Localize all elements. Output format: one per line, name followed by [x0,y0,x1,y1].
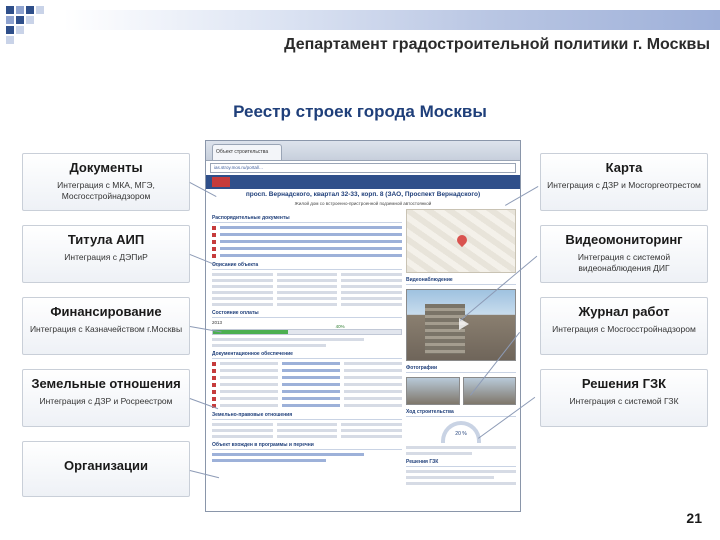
corner-decoration [6,6,62,44]
browser-tabbar: Объект строительства [206,141,520,161]
finance-progress: 40% [212,324,402,335]
object-subtitle: Жилой дом со встроенно-пристроенной подз… [294,201,432,206]
section-gzk: Решения ГЗК [406,459,516,467]
url-bar[interactable]: ias.stroy.mos.ru/portal/... [210,163,516,173]
object-title: просп. Вернадского, квартал 32-33, корп.… [245,191,481,198]
card-video-monitoring[interactable]: Видеомониторинг Интеграция с системой ви… [540,225,708,283]
card-map[interactable]: Карта Интеграция с ДЗР и Мосгоргеотресто… [540,153,708,211]
section-programs: Объект вхожден в программы и перечни [212,442,402,450]
card-description: Интеграция с Казначейством г.Москвы [29,324,183,334]
photo-thumbnail[interactable] [406,377,460,405]
card-title: Карта [605,160,643,175]
section-photos: Фотографии [406,365,516,373]
card-documents[interactable]: Документы Интеграция с МКА, МГЭ, Мосгосс… [22,153,190,211]
card-description: Интеграция с Мосгосстройнадзором [552,324,696,334]
org-title: Департамент градостроительной политики г… [284,36,710,53]
card-land-relations[interactable]: Земельные отношения Интеграция с ДЗР и Р… [22,369,190,427]
card-title: Финансирование [50,304,162,319]
section-object: Описание объекта [212,262,402,270]
card-work-log[interactable]: Журнал работ Интеграция с Мосгосстройнад… [540,297,708,355]
card-title: Видеомониторинг [565,232,683,247]
browser-tab[interactable]: Объект строительства [212,144,282,160]
finance-progress-label: 40% [335,324,345,329]
video-player[interactable] [406,289,516,361]
card-title: Земельные отношения [31,376,181,391]
finance-progress-fill [213,330,289,334]
finance-year: 2013 [212,320,223,325]
header-band [64,10,720,30]
card-title: Организации [63,458,149,473]
section-docs: Распорядительные документы [212,215,402,223]
card-description: Интеграция с МКА, МГЭ, Мосгосстройнадзор… [57,180,155,201]
page-title: Реестр строек города Москвы [233,102,487,121]
card-title: Журнал работ [578,304,670,319]
photo-thumbnail[interactable] [462,377,516,405]
card-financing[interactable]: Финансирование Интеграция с Казначейство… [22,297,190,355]
object-details-column: Распорядительные документы Описание объе… [212,211,403,507]
section-land: Земельно-правовые отношения [212,412,402,420]
portal-screenshot: Объект строительства ias.stroy.mos.ru/po… [205,140,521,512]
card-description: Интеграция с ДЗР и Мосгоргеотрестом [547,180,701,190]
photo-thumbnails[interactable] [406,377,516,405]
card-organizations[interactable]: Организации [22,441,190,497]
section-progress: Ход строительства [406,409,516,417]
page-number: 21 [686,510,702,526]
card-description: Интеграция с системой видеонаблюдения ДИ… [577,252,671,273]
card-title: Решения ГЗК [581,376,667,391]
object-map[interactable] [406,209,516,273]
progress-gauge: 20 % [441,421,481,443]
card-description: Интеграция с ДЗР и Росреестром [39,396,173,406]
card-aip-titles[interactable]: Титула АИП Интеграция с ДЭПиР [22,225,190,283]
section-video: Видеонаблюдение [406,277,516,285]
card-gzk-decisions[interactable]: Решения ГЗК Интеграция с системой ГЗК [540,369,708,427]
site-header [206,175,520,189]
site-logo [212,177,230,187]
card-description: Интеграция с системой ГЗК [569,396,679,406]
card-title: Титула АИП [67,232,145,247]
section-finance: Состояние оплаты [212,310,402,318]
card-description: Интеграция с ДЭПиР [64,252,148,262]
progress-gauge-label: 20 % [455,431,467,437]
card-title: Документы [69,160,143,175]
section-permits: Документационное обеспечение [212,351,402,359]
